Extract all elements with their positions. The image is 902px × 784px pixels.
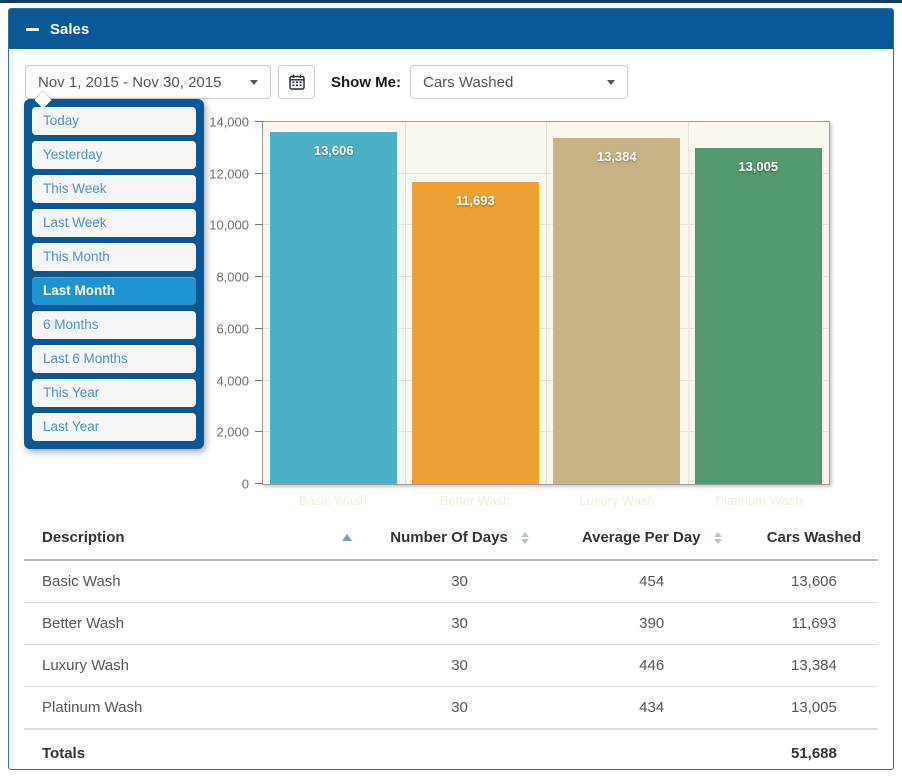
x-axis-label: Better Wash [404,493,546,508]
column-header-average-per-day[interactable]: Average Per Day [553,517,749,560]
date-menu-item[interactable]: This Year [32,379,196,407]
sales-panel: Sales Nov 1, 2015 - Nov 30, 2015 Show Me… [8,8,894,770]
caret-down-icon [250,80,258,85]
y-axis-tick [255,173,263,174]
table-cell: 434 [553,687,749,730]
date-range-menu: Today Yesterday This Week Last Week This Mon… [24,99,204,449]
collapse-icon[interactable] [26,28,39,31]
table-row: Luxury Wash3044613,384 [24,645,878,687]
table-cell: Platinum Wash [24,687,366,730]
calendar-button[interactable] [278,65,315,99]
toolbar: Nov 1, 2015 - Nov 30, 2015 Show Me: Cars… [9,49,893,99]
bar-value-label: 11,693 [412,193,539,208]
metric-select-value: Cars Washed [423,74,513,91]
column-header-cars-washed[interactable]: Cars Washed [750,517,878,560]
table-cell: 446 [553,645,749,687]
table-cell: 390 [553,603,749,645]
column-label: Number Of Days [390,529,508,546]
y-axis-tick [255,431,263,432]
metric-select[interactable]: Cars Washed [410,65,628,99]
y-axis-label: 8,000 [216,270,249,285]
table-cell: 454 [553,560,749,603]
show-me-label: Show Me: [331,74,401,91]
y-axis-tick [255,328,263,329]
category-separator [546,122,547,484]
caret-down-icon [607,80,615,85]
column-label: Description [42,529,125,546]
table-cell: 30 [366,560,554,603]
date-menu-item[interactable]: Last Week [32,209,196,237]
chart-bar[interactable]: 13,606 [270,132,397,484]
table-cell: 30 [366,645,554,687]
y-axis-label: 2,000 [216,425,249,440]
date-menu-item[interactable]: Last Month [32,277,196,305]
column-header-number-of-days[interactable]: Number Of Days [366,517,554,560]
date-menu-item[interactable]: 6 Months [32,311,196,339]
chart-bar[interactable]: 11,693 [412,182,539,484]
x-axis-label: Basic Wash [262,493,404,508]
table-cell: 30 [366,687,554,730]
column-label: Cars Washed [767,529,861,546]
y-axis-tick [255,224,263,225]
table-cell: 13,384 [750,645,878,687]
column-header-description[interactable]: Description [24,517,366,560]
table-cell: 13,005 [750,687,878,730]
table-row: Basic Wash3045413,606 [24,560,878,603]
table-cell: 30 [366,603,554,645]
y-axis-label: 6,000 [216,321,249,336]
y-axis-label: 10,000 [209,218,249,233]
table-cell: 13,606 [750,560,878,603]
date-menu-item[interactable]: This Month [32,243,196,271]
bar-value-label: 13,384 [553,149,680,164]
y-axis-label: 14,000 [209,115,249,130]
date-menu-item[interactable]: Yesterday [32,141,196,169]
y-axis-tick [255,483,263,484]
totals-cars-washed: 51,688 [750,729,878,778]
table-row: Better Wash3039011,693 [24,603,878,645]
chart-bar[interactable]: 13,384 [553,138,680,484]
table-cell: Luxury Wash [24,645,366,687]
category-separator [688,122,689,484]
y-axis-label: 4,000 [216,373,249,388]
date-menu-item[interactable]: Last Year [32,413,196,441]
table-body: Basic Wash3045413,606Better Wash3039011,… [24,560,878,729]
table-cell: Basic Wash [24,560,366,603]
panel-header: Sales [9,9,893,49]
date-range-field[interactable]: Nov 1, 2015 - Nov 30, 2015 [25,65,271,99]
y-axis-tick [255,380,263,381]
chart-bar[interactable]: 13,005 [695,148,822,484]
bar-value-label: 13,606 [270,143,397,158]
sort-asc-icon [342,534,352,541]
calendar-icon [289,74,305,90]
totals-row: Totals 51,688 [24,729,878,778]
table-cell: 11,693 [750,603,878,645]
sort-icon [521,532,529,544]
y-axis-tick [255,276,263,277]
table-cell: Better Wash [24,603,366,645]
x-axis-label: Platinum Wash [688,493,830,508]
sort-icon [714,532,722,544]
chart-plot: 02,0004,0006,0008,00010,00012,00014,0001… [262,121,830,485]
date-menu-item[interactable]: Last 6 Months [32,345,196,373]
date-range-value: Nov 1, 2015 - Nov 30, 2015 [38,74,221,91]
y-axis-label: 0 [242,477,249,492]
date-menu-item[interactable]: Today [32,107,196,135]
chart-x-labels: Basic WashBetter WashLuxury WashPlatinum… [262,493,830,508]
panel-title: Sales [50,21,89,38]
table-row: Platinum Wash3043413,005 [24,687,878,730]
y-axis-label: 12,000 [209,166,249,181]
totals-label: Totals [24,729,366,778]
table-header-row: Description Number Of Days Average Per Day… [24,517,878,560]
category-separator [405,122,406,484]
y-axis-tick [255,121,263,122]
column-label: Average Per Day [582,529,701,546]
x-axis-label: Luxury Wash [546,493,688,508]
bar-value-label: 13,005 [695,159,822,174]
date-menu-item[interactable]: This Week [32,175,196,203]
sales-table: Description Number Of Days Average Per Day… [24,517,878,778]
